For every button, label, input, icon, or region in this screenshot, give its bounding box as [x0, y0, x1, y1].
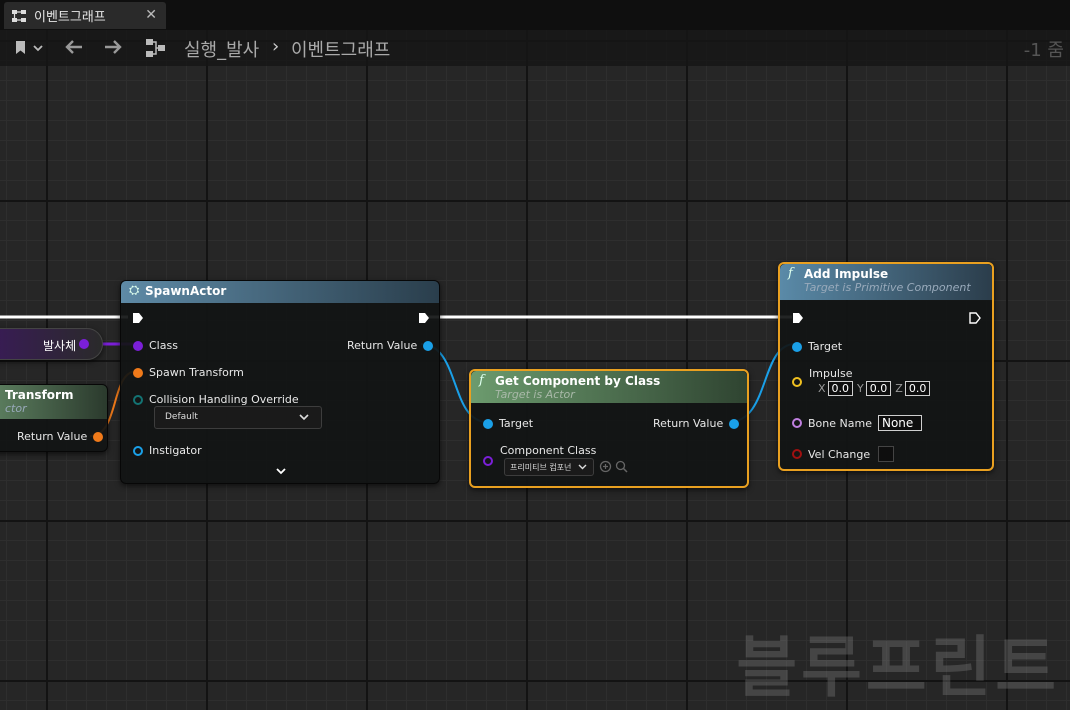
search-icon[interactable]: [615, 460, 628, 473]
pin-label: Spawn Transform: [149, 366, 244, 379]
zoom-level: -1 줌: [1023, 40, 1064, 61]
blueprint-graph-icon: [146, 39, 165, 57]
make-transform-node[interactable]: Transform ctor Return Value: [0, 384, 108, 452]
expand-chevron-icon[interactable]: [275, 468, 287, 476]
function-icon: f: [788, 266, 793, 281]
return-value-row: Return Value: [17, 430, 104, 443]
z-axis-label: Z: [895, 382, 903, 395]
add-impulse-node[interactable]: f Add Impulse Target is Primitive Compon…: [778, 262, 994, 471]
transform-input-pin[interactable]: [133, 367, 143, 378]
vel-change-checkbox[interactable]: [878, 446, 895, 462]
vel-change-input-pin[interactable]: [792, 449, 802, 459]
class-pin-row: Class: [133, 339, 178, 352]
impulse-input-pin[interactable]: [792, 377, 802, 387]
pin-label: Return Value: [347, 339, 418, 352]
collision-input-pin[interactable]: [133, 394, 143, 405]
target-input-pin[interactable]: [483, 418, 493, 429]
pin-label: Class: [149, 339, 178, 352]
pin-label: Component Class: [500, 444, 597, 457]
class-input-pin[interactable]: [133, 340, 143, 351]
exec-input-pin[interactable]: [132, 312, 144, 324]
breadcrumb-bar: 실행_발사 › 이벤트그래프 -1 줌: [0, 30, 1070, 66]
bookmark-icon[interactable]: [14, 39, 44, 57]
close-icon[interactable]: ✕: [145, 7, 157, 23]
impulse-y-input[interactable]: 0.0: [865, 381, 892, 396]
bone-name-pin-row: Bone Name None: [792, 415, 926, 431]
node-title: SpawnActor: [145, 284, 227, 298]
function-icon: f: [479, 373, 484, 388]
pin-label: Impulse: [809, 367, 853, 380]
pin-label: Return Value: [653, 417, 724, 430]
variable-label: 발사체: [43, 339, 77, 353]
spawn-actor-node[interactable]: ⛭ SpawnActor Class Spawn Transform Colli…: [120, 280, 440, 484]
breadcrumb-separator: ›: [272, 36, 280, 57]
component-class-label-row: Component Class: [500, 444, 596, 457]
chevron-down-icon: [299, 414, 309, 421]
exec-output-pin[interactable]: [969, 312, 981, 324]
breadcrumb-graph[interactable]: 실행_발사: [184, 36, 259, 62]
node-title: Get Component by Class: [495, 374, 661, 388]
projectile-variable-node[interactable]: 발사체: [0, 328, 103, 360]
pin-label: Collision Handling Override: [149, 393, 299, 406]
graph-icon: [12, 9, 26, 22]
return-value-row: Return Value: [653, 417, 740, 430]
exec-output-pin[interactable]: [418, 312, 430, 324]
node-title: Transform: [5, 388, 74, 402]
node-subtitle: ctor: [5, 402, 27, 415]
exec-input-pin[interactable]: [792, 312, 804, 324]
collision-dropdown[interactable]: Default: [154, 406, 322, 429]
instigator-pin-row: Instigator: [133, 444, 202, 457]
class-output-pin[interactable]: [79, 339, 89, 349]
y-axis-label: Y: [857, 382, 864, 395]
dropdown-value: 프리미티브 컴포넌: [510, 463, 572, 472]
pin-label: Instigator: [149, 444, 202, 457]
breadcrumb-current: 이벤트그래프: [291, 40, 391, 61]
back-arrow-icon[interactable]: [64, 38, 84, 56]
impulse-vector-fields: X 0.0 Y 0.0 Z 0.0: [818, 381, 934, 396]
pin-label: Bone Name: [808, 416, 872, 430]
node-title: Add Impulse: [804, 267, 889, 281]
bone-name-input-pin[interactable]: [792, 418, 802, 428]
impulse-x-input[interactable]: 0.0: [827, 381, 854, 396]
collision-pin-row: Collision Handling Override: [133, 393, 299, 406]
dropdown-value: Default: [165, 412, 198, 422]
return-value-row: Return Value: [347, 339, 434, 352]
blueprint-watermark: 블루프린트: [736, 629, 1060, 706]
use-asset-icon[interactable]: [599, 460, 612, 473]
component-class-dropdown[interactable]: 프리미티브 컴포넌: [504, 458, 594, 476]
tab-event-graph[interactable]: 이벤트그래프 ✕: [4, 2, 166, 29]
spawn-transform-pin-row: Spawn Transform: [133, 366, 244, 379]
tab-strip: 이벤트그래프 ✕: [0, 0, 1070, 30]
target-pin-row: Target: [792, 340, 842, 353]
object-output-pin[interactable]: [423, 340, 434, 351]
component-output-pin[interactable]: [729, 418, 740, 429]
spawn-actor-icon: ⛭: [129, 283, 140, 298]
impulse-z-input[interactable]: 0.0: [904, 381, 931, 396]
forward-arrow-icon[interactable]: [103, 38, 123, 56]
target-input-pin[interactable]: [792, 341, 802, 352]
impulse-label-row: Impulse: [809, 367, 852, 380]
component-class-input-pin[interactable]: [483, 456, 493, 466]
vel-change-pin-row: Vel Change: [792, 446, 895, 462]
get-component-by-class-node[interactable]: f Get Component by Class Target is Actor…: [469, 369, 749, 488]
pin-label: Vel Change: [808, 447, 871, 461]
target-pin-row: Target: [483, 417, 533, 430]
node-subtitle: Target is Primitive Component: [804, 281, 971, 294]
pin-label: Return Value: [17, 430, 88, 443]
bone-name-input[interactable]: None: [877, 415, 922, 431]
transform-output-pin[interactable]: [93, 431, 104, 442]
tab-label: 이벤트그래프: [34, 10, 106, 25]
chevron-down-icon: [578, 464, 587, 470]
node-subtitle: Target is Actor: [495, 388, 575, 401]
pin-label: Target: [499, 417, 534, 430]
x-axis-label: X: [818, 382, 826, 395]
pin-label: Target: [808, 340, 843, 353]
instigator-input-pin[interactable]: [133, 445, 143, 456]
